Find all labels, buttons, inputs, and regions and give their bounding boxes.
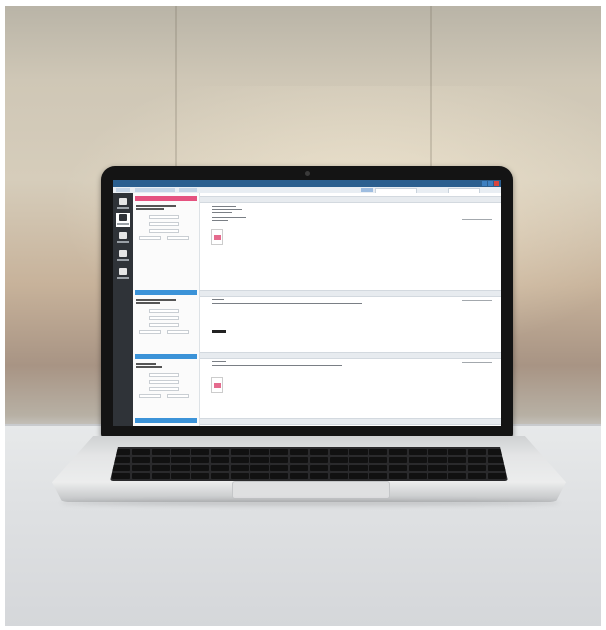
toolbar-item[interactable] (361, 188, 373, 192)
list-item-action[interactable] (149, 222, 179, 226)
toolbar-item[interactable] (179, 188, 197, 192)
list-item-line (136, 363, 156, 365)
window-controls (482, 181, 499, 186)
attachment-thumbnail[interactable] (211, 229, 223, 245)
document-icon (119, 214, 127, 221)
detail-section-header[interactable] (200, 352, 501, 359)
webcam (305, 171, 310, 176)
list-item-action[interactable] (149, 380, 179, 384)
laptop-screen (113, 180, 501, 426)
detail-section-header[interactable] (200, 196, 501, 203)
detail-timestamp (462, 362, 492, 364)
detail-line (212, 209, 242, 211)
list-item-action[interactable] (139, 236, 161, 240)
message-list (133, 193, 200, 426)
minimize-button[interactable] (482, 181, 487, 186)
list-item-line (136, 299, 176, 301)
list-item-action[interactable] (167, 330, 189, 334)
detail-line (212, 299, 224, 301)
list-item-header[interactable] (135, 196, 197, 201)
list-item-action[interactable] (149, 373, 179, 377)
phone-icon (119, 250, 127, 257)
attachment-thumbnail[interactable] (211, 377, 223, 393)
laptop-lid (101, 166, 513, 438)
detail-timestamp (462, 219, 492, 221)
inbox-icon (119, 198, 127, 205)
left-navigation (113, 193, 133, 426)
list-item-action[interactable] (167, 236, 189, 240)
detail-timestamp (462, 300, 492, 302)
list-item-action[interactable] (167, 394, 189, 398)
toolbar-item[interactable] (135, 188, 175, 192)
list-item-line (136, 205, 176, 207)
signature-image (212, 330, 226, 333)
list-item-action[interactable] (139, 394, 161, 398)
laptop-keyboard (110, 447, 508, 481)
maximize-button[interactable] (488, 181, 493, 186)
detail-line (212, 206, 236, 208)
detail-line (212, 220, 228, 222)
nav-item-documents[interactable] (116, 213, 130, 227)
list-item-action[interactable] (149, 387, 179, 391)
laptop-trackpad (232, 481, 390, 499)
list-item-header[interactable] (135, 418, 197, 423)
close-button[interactable] (494, 181, 499, 186)
nav-item-phone[interactable] (116, 249, 130, 263)
list-item-header[interactable] (135, 354, 197, 359)
list-item-action[interactable] (139, 330, 161, 334)
monitor-icon (119, 268, 127, 275)
detail-line (212, 361, 226, 363)
laptop-shadow (60, 500, 560, 506)
detail-line (212, 217, 246, 219)
nav-item-print[interactable] (116, 231, 130, 245)
detail-section-header[interactable] (200, 418, 501, 425)
list-item-action[interactable] (149, 309, 179, 313)
message-detail (200, 193, 501, 426)
list-item-action[interactable] (149, 215, 179, 219)
list-item-line (136, 302, 160, 304)
nav-item-inbox[interactable] (116, 197, 130, 211)
detail-line (212, 212, 232, 214)
list-item-header[interactable] (135, 290, 197, 295)
list-item-action[interactable] (149, 323, 179, 327)
list-item-action[interactable] (149, 316, 179, 320)
toolbar-item[interactable] (116, 188, 130, 192)
detail-line (212, 365, 342, 367)
list-item-action[interactable] (149, 229, 179, 233)
detail-line (212, 303, 362, 305)
nav-item-monitor[interactable] (116, 267, 130, 281)
printer-icon (119, 232, 127, 239)
app-titlebar (113, 180, 501, 187)
list-item-line (136, 366, 162, 368)
list-item-line (136, 208, 164, 210)
detail-section-header[interactable] (200, 290, 501, 297)
